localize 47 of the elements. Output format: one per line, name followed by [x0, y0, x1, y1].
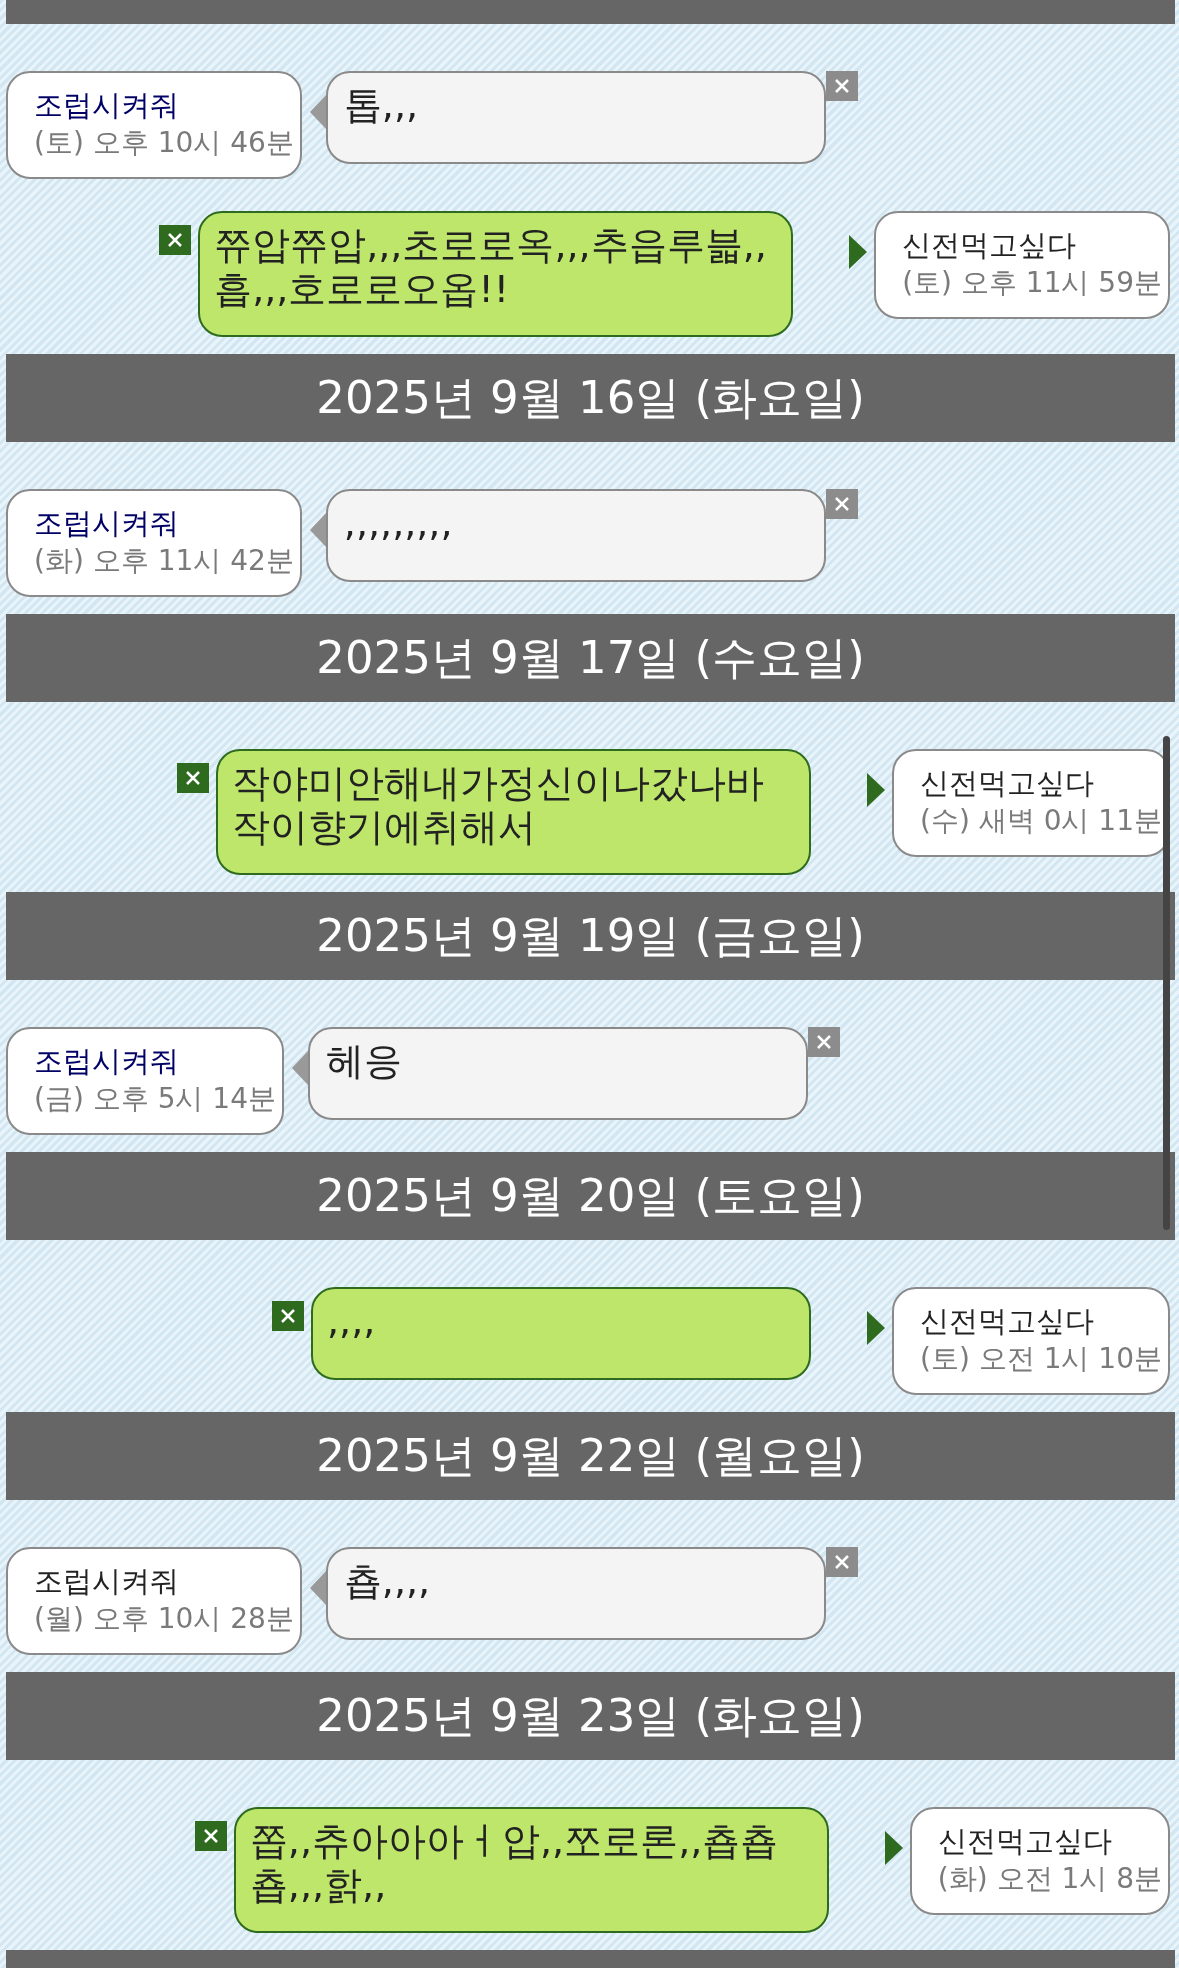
message-bubble: 쫍,,츄아아아ㅓ압,,쪼로론,,춉춉춉,,,핡,,: [233, 1807, 829, 1933]
bubble-tail-icon: [309, 95, 326, 129]
message-bubble: 헤응: [308, 1027, 808, 1120]
sender-name: 신전먹고싶다: [920, 765, 1094, 802]
message-bubble: 쮸압쮸압,,,초로로옥,,,추읍루븗,,흡,,,호로로오옵!!: [198, 211, 794, 337]
triangle-pointer-icon: [867, 1311, 885, 1345]
sender-name: 신전먹고싶다: [937, 1823, 1112, 1860]
message-bubble: 작야미안해내가정신이나갔나바작이향기에취해서: [216, 749, 811, 875]
date-header: 2025년 9월 22일 (월요일): [6, 1412, 1175, 1500]
close-icon[interactable]: [825, 1547, 858, 1577]
message-bubble: 춉,,,,: [325, 1547, 826, 1640]
bubble-tail-icon: [292, 1051, 308, 1085]
date-header: 2025년 9월 17일 (수요일): [6, 614, 1175, 702]
bubble-tail-icon: [309, 1571, 326, 1605]
close-icon[interactable]: [825, 489, 858, 519]
bubble-tail-icon: [309, 513, 326, 547]
message-time: (화) 오후 11시 42분: [34, 543, 294, 579]
message-time: (토) 오후 10시 46분: [34, 125, 294, 161]
close-icon[interactable]: [272, 1301, 304, 1331]
message-time: (금) 오후 5시 14분: [34, 1081, 276, 1117]
close-icon[interactable]: [194, 1821, 227, 1851]
message-time: (수) 새벽 0시 11분: [920, 803, 1162, 839]
message-bubble: ,,,,,,,,,: [325, 489, 826, 582]
date-header: 2025년 9월 23일 (화요일): [6, 1672, 1175, 1760]
message-time: (월) 오후 10시 28분: [34, 1601, 294, 1637]
sender-name: 조럽시켜줘: [34, 1563, 179, 1600]
date-header: 2025년 9월 16일 (화요일): [6, 354, 1175, 442]
sender-name: 조럽시켜줘: [34, 1043, 179, 1080]
scrollbar-thumb[interactable]: [1163, 736, 1170, 1230]
message-bubble: 톱,,,: [325, 71, 826, 164]
date-header: 2025년 9월 19일 (금요일): [6, 892, 1175, 980]
sender-name: 조럽시켜줘: [34, 505, 179, 542]
message-time: (토) 오전 1시 10분: [920, 1341, 1162, 1377]
close-icon[interactable]: [808, 1027, 840, 1057]
sender-name: 신전먹고싶다: [902, 227, 1077, 264]
triangle-pointer-icon: [884, 1831, 903, 1865]
sender-name: 조럽시켜줘: [34, 87, 179, 124]
message-time: (화) 오전 1시 8분: [937, 1861, 1162, 1897]
close-icon[interactable]: [177, 763, 209, 793]
triangle-pointer-icon: [849, 235, 868, 269]
message-time: (토) 오후 11시 59분: [902, 265, 1162, 301]
date-header: 2025년 9월 20일 (토요일): [6, 1152, 1175, 1240]
sender-name: 신전먹고싶다: [920, 1303, 1094, 1340]
triangle-pointer-icon: [867, 773, 885, 807]
message-bubble: ,,,,: [311, 1287, 811, 1380]
close-icon[interactable]: [825, 71, 858, 101]
close-icon[interactable]: [159, 225, 192, 255]
